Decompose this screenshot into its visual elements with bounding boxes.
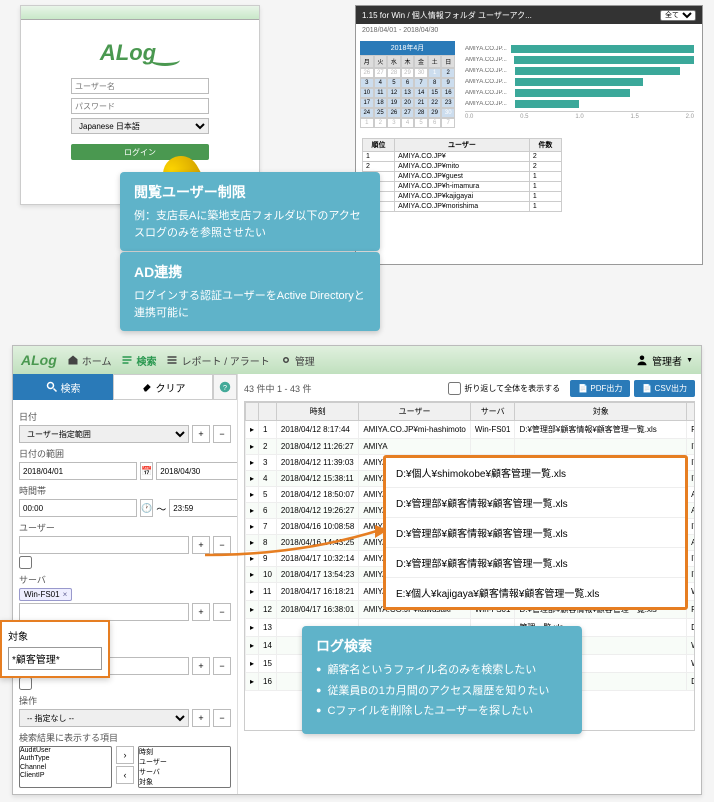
operation-select[interactable]: -- 指定なし -- — [19, 709, 189, 727]
remove-button[interactable]: − — [213, 603, 231, 621]
date-range-label: 日付の範囲 — [19, 447, 231, 460]
help-button[interactable]: ? — [213, 374, 237, 400]
file-path-item: D:¥管理部¥顧客情報¥顧客管理一覧.xls — [386, 548, 685, 578]
selected-columns-list[interactable]: 時刻ユーザーサーバ対象操作 — [138, 746, 231, 788]
callout-log-search: ログ検索 顧客名というファイル名のみを検索したい従業員Bの1カ月間のアクセス履歴… — [302, 626, 582, 734]
move-right-button[interactable]: › — [116, 746, 134, 764]
table-row[interactable]: ▸12018/04/12 8:17:44AMIYA.CO.JP¥mi-hashi… — [246, 421, 696, 439]
callout-title: ログ検索 — [316, 636, 568, 656]
search-list-icon — [121, 354, 133, 366]
clock-icon[interactable]: 🕐 — [140, 499, 153, 517]
add-button[interactable]: + — [192, 603, 210, 621]
svg-text:?: ? — [223, 383, 227, 392]
time-from-input[interactable] — [19, 499, 137, 517]
language-select[interactable]: Japanese 日本語 — [71, 118, 209, 134]
tab-clear[interactable]: クリア — [113, 374, 213, 400]
columns-label: 検索結果に表示する項目 — [19, 731, 231, 744]
username-input[interactable] — [71, 78, 209, 94]
target-popup: 対象 *顧客管理* — [0, 620, 110, 678]
callout-title: AD連携 — [134, 262, 366, 282]
pdf-export-button[interactable]: 📄 PDF出力 — [570, 380, 630, 397]
eraser-icon — [141, 381, 153, 393]
callout-user-restriction: 閲覧ユーザー制限 例：支店長Aに築地支店フォルダ以下のアクセスログのみを参照させ… — [120, 172, 380, 251]
report-title: 1.15 for Win / 個人情報フォルダ ユーザーアク... — [362, 10, 532, 21]
callout-body: ログインする認証ユーザーをActive Directoryと連携可能に — [134, 288, 366, 321]
add-button[interactable]: + — [192, 425, 210, 443]
time-label: 時間帯 — [19, 484, 231, 497]
operation-label: 操作 — [19, 694, 231, 707]
gear-icon — [280, 354, 292, 366]
nav-report[interactable]: レポート / アラート — [166, 353, 269, 368]
callout-body: 例：支店長Aに築地支店フォルダ以下のアクセスログのみを参照させたい — [134, 208, 366, 241]
move-left-button[interactable]: ‹ — [116, 766, 134, 784]
user-icon — [636, 354, 648, 366]
login-titlebar — [21, 6, 259, 20]
close-icon[interactable]: × — [63, 590, 68, 599]
file-path-item: E:¥個人¥kajigaya¥顧客情報¥顧客管理一覧.xls — [386, 578, 685, 607]
file-path-item: D:¥管理部¥顧客情報¥顧客管理一覧.xls — [386, 488, 685, 518]
chevron-down-icon: ▼ — [686, 357, 693, 364]
server-filter-input[interactable] — [19, 603, 189, 621]
user-filter-input[interactable] — [19, 536, 189, 554]
app-logo: ALog — [21, 352, 57, 368]
add-button[interactable]: + — [192, 709, 210, 727]
calendar-icon[interactable]: 📅 — [140, 462, 153, 480]
calendar[interactable]: 2018年4月 月火水木金土日2627282930123456789101112… — [360, 41, 455, 128]
report-header: 1.15 for Win / 個人情報フォルダ ユーザーアク... 全て — [356, 6, 702, 24]
user-menu[interactable]: 管理者 ▼ — [636, 353, 693, 368]
report-panel: 1.15 for Win / 個人情報フォルダ ユーザーアク... 全て 201… — [355, 5, 703, 265]
file-paths-overlay: D:¥個人¥shimokobe¥顧客管理一覧.xlsD:¥管理部¥顧客情報¥顧客… — [383, 455, 688, 610]
report-icon — [166, 354, 178, 366]
date-label: 日付 — [19, 410, 231, 423]
table-row[interactable]: ▸22018/04/12 11:26:27AMIYAITE — [246, 439, 696, 455]
csv-export-button[interactable]: 📄 CSV出力 — [634, 380, 695, 397]
app-toolbar: ALog ホーム 検索 レポート / アラート 管理 管理者 ▼ — [13, 346, 701, 374]
remove-button[interactable]: − — [213, 425, 231, 443]
nav-home[interactable]: ホーム — [67, 353, 112, 368]
calendar-title: 2018年4月 — [360, 41, 455, 55]
help-icon: ? — [219, 381, 231, 393]
target-popup-value: *顧客管理* — [8, 647, 102, 670]
target-not-checkbox[interactable] — [19, 677, 32, 690]
report-filter-select[interactable]: 全て — [660, 10, 696, 21]
password-input[interactable] — [71, 98, 209, 114]
file-path-item: D:¥個人¥shimokobe¥顧客管理一覧.xls — [386, 458, 685, 488]
result-count: 43 件中 1 - 43 件 — [244, 382, 312, 395]
available-columns-list[interactable]: AuditUserAuthTypeChannelClientIP — [19, 746, 112, 788]
wrap-toggle[interactable]: 折り返して全体を表示する — [448, 380, 560, 397]
date-from-input[interactable] — [19, 462, 137, 480]
date-to-input[interactable] — [156, 462, 238, 480]
callout-ad-link: AD連携 ログインする認証ユーザーをActive Directoryと連携可能に — [120, 252, 380, 331]
date-preset-select[interactable]: ユーザー指定範囲 — [19, 425, 189, 443]
remove-button[interactable]: − — [213, 657, 231, 675]
bar-chart: AMIYA.CO.JP...AMIYA.CO.JP...AMIYA.CO.JP.… — [461, 41, 698, 128]
search-sidebar: 検索 クリア ? 日付 ユーザー指定範囲+− 日付の範囲 📅 📅 時間帯 🕐〜 — [13, 374, 238, 794]
server-filter-label: サーバ — [19, 573, 231, 586]
pointer-arrow — [200, 520, 400, 560]
callout-title: 閲覧ユーザー制限 — [134, 182, 366, 202]
report-date-range: 2018/04/01 - 2018/04/30 — [356, 24, 702, 37]
search-icon — [46, 381, 58, 393]
server-tag[interactable]: Win-FS01× — [19, 588, 72, 601]
time-to-input[interactable] — [169, 499, 238, 517]
target-popup-label: 対象 — [8, 628, 102, 643]
nav-search[interactable]: 検索 — [121, 353, 156, 368]
tab-search[interactable]: 検索 — [13, 374, 113, 400]
rank-table: 順位ユーザー件数 1AMIYA.CO.JP¥22AMIYA.CO.JP¥mito… — [362, 138, 562, 212]
file-path-item: D:¥管理部¥顧客情報¥顧客管理一覧.xls — [386, 518, 685, 548]
home-icon — [67, 354, 79, 366]
add-button[interactable]: + — [192, 657, 210, 675]
remove-button[interactable]: − — [213, 709, 231, 727]
nav-admin[interactable]: 管理 — [280, 353, 315, 368]
login-logo: ALog — [71, 40, 209, 66]
user-not-checkbox[interactable] — [19, 556, 32, 569]
